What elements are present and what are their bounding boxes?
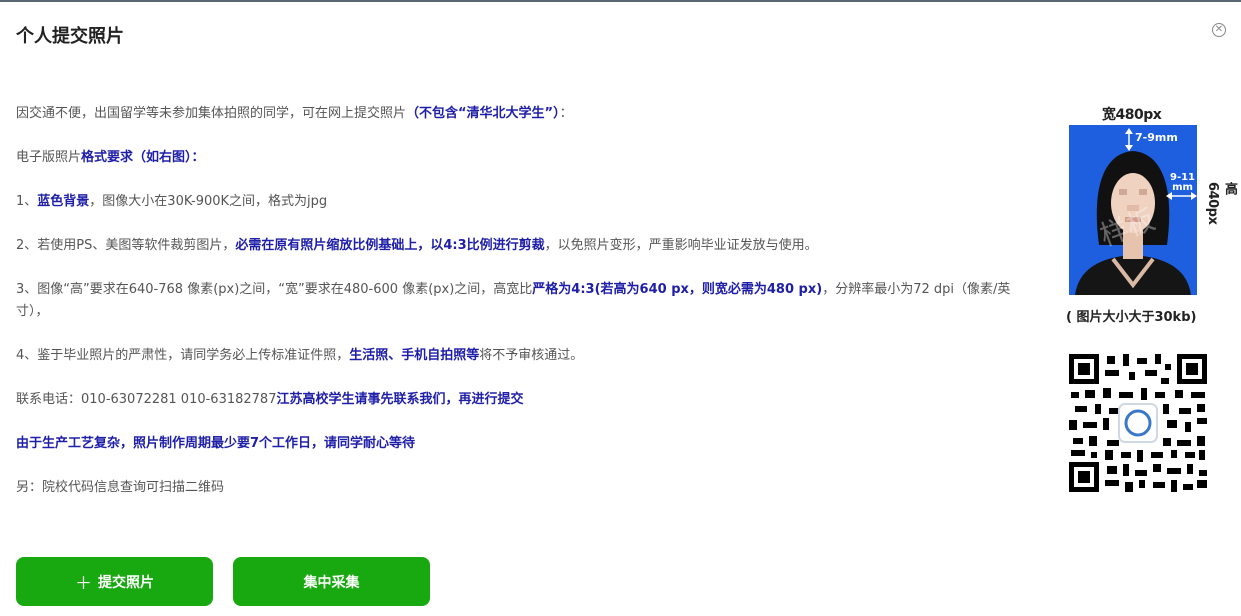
top-gap-label: 7-9mm [1135,131,1178,144]
side-gap-label: 9-11mm [1169,172,1196,193]
production-note: 由于生产工艺复杂，照片制作周期最少要7个工作日，请同学耐心等待 [16,436,416,451]
rule-2: 2、若使用PS、美图等软件裁剪图片，必需在原有照片缩放比例基础上，以4:3比例进… [16,238,818,253]
rule-3: 3、图像“高”要求在640-768 像素(px)之间，“宽”要求在480-600… [16,282,1011,319]
rule-1: 1、蓝色背景，图像大小在30K-900K之间，格式为jpg [16,194,328,209]
intro-line: 因交通不便，出国留学等未参加集体拍照的同学，可在网上提交照片（不包含“清华北大学… [16,106,573,121]
sample-photo: 样板 7-9mm 9-11mm [1069,125,1197,295]
format-line: 电子版照片格式要求（如右图）： [16,150,205,165]
size-note: ( 图片大小大于30kb) [1066,310,1197,325]
group-collection-button[interactable]: 集中采集 [233,557,430,606]
height-label: 高640px [1205,182,1237,225]
instructions: 因交通不便，出国留学等未参加集体拍照的同学，可在网上提交照片（不包含“清华北大学… [16,103,1026,499]
top-border [0,0,1241,2]
width-label: 宽480px [1102,107,1162,123]
submit-photo-button[interactable]: ＋提交照片 [16,557,213,606]
sample-photo-illustration: 样板 [1069,125,1197,295]
plus-icon: ＋ [75,574,92,593]
exclusion-note: （不包含“清华北大学生”） [406,106,560,121]
contact-line: 联系电话：010-63072281 010-63182787江苏高校学生请事先联… [16,392,524,407]
dialog-title: 个人提交照片 [16,26,124,47]
qr-note: 另：院校代码信息查询可扫描二维码 [16,480,225,495]
rule-4: 4、鉴于毕业照片的严肃性，请同学务必上传标准证件照，生活照、手机自拍照等将不予审… [16,348,584,363]
qr-code [1067,352,1209,494]
close-icon[interactable]: ✕ [1212,23,1226,37]
